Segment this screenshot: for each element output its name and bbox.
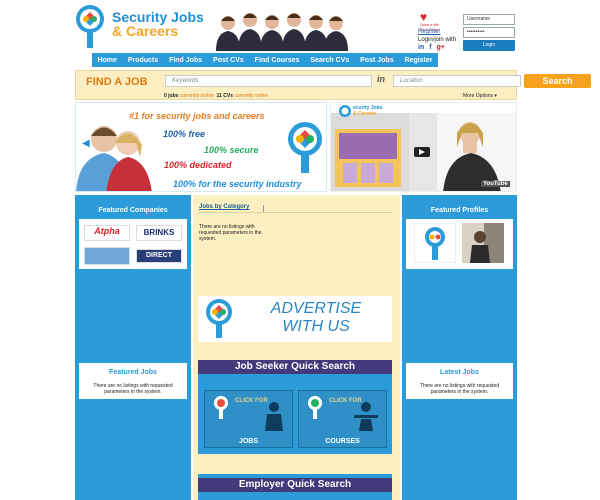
banner-prev-icon[interactable]: ◀ xyxy=(82,138,90,149)
location-input[interactable]: Location xyxy=(393,75,521,87)
keywords-input[interactable]: Keywords xyxy=(165,75,372,87)
courses-quick-link[interactable]: CLICK FOR COURSES xyxy=(298,390,387,448)
banner-free: 100% free xyxy=(163,129,206,139)
advert-logo-pin-icon xyxy=(206,299,232,338)
tab-separator xyxy=(263,205,264,212)
featured-profiles-title: Featured Profiles xyxy=(430,207,489,214)
profile-1-avatar[interactable] xyxy=(414,223,456,263)
linkedin-icon[interactable]: in xyxy=(418,44,424,51)
advertise-banner[interactable]: ADVERTISE WITH US xyxy=(198,296,392,342)
tab-jobs-by-category[interactable]: Jobs by Category xyxy=(199,204,249,210)
cvs-online-text: currently online xyxy=(234,93,269,99)
nav-post-jobs[interactable]: Post Jobs xyxy=(360,57,393,64)
job-seeker-title: Job Seeker Quick Search xyxy=(198,360,392,374)
latest-jobs-title: Latest Jobs xyxy=(440,369,479,376)
profile-2-avatar[interactable] xyxy=(462,223,504,263)
featured-jobs-empty: There are no listings with requested par… xyxy=(93,383,173,395)
featured-jobs-content: There are no listings with requested par… xyxy=(79,383,187,399)
nav-register[interactable]: Register xyxy=(405,57,433,64)
username-field[interactable]: Username xyxy=(463,14,515,25)
find-job-title: FIND A JOB xyxy=(86,76,148,88)
courses-label: COURSES xyxy=(325,438,360,445)
logo-pin-icon xyxy=(76,5,104,48)
company-logo-3[interactable] xyxy=(84,247,130,265)
latest-jobs-box: Latest Jobs xyxy=(406,363,513,385)
banner-industry: 100% for the security industry xyxy=(173,179,302,189)
employer-title: Employer Quick Search xyxy=(198,478,392,492)
login-links: Register Login/join with xyxy=(418,28,456,44)
cvs-count: 11 CVs xyxy=(216,93,233,99)
featured-profiles-box xyxy=(406,219,513,269)
search-button[interactable]: Search xyxy=(524,74,591,88)
right-column: Featured Profiles Latest Jobs There are … xyxy=(402,195,517,500)
latest-jobs-content: There are no listings with requested par… xyxy=(406,383,513,399)
video-logo-line-2: & Careers xyxy=(353,111,377,117)
courses-pin-icon xyxy=(308,396,322,419)
featured-jobs-title: Featured Jobs xyxy=(109,369,157,376)
login-join-text: Login/join with xyxy=(418,37,457,43)
banner-secure: 100% secure xyxy=(204,145,259,155)
jobs-label: JOBS xyxy=(238,438,259,445)
more-options-link[interactable]: More Options ▾ xyxy=(463,93,497,99)
worker-icon xyxy=(265,402,283,431)
online-stats: 0 jobs currently online 11 CVs currently… xyxy=(164,93,268,99)
logo-line-2: & Careers xyxy=(112,23,179,39)
nav-home[interactable]: Home xyxy=(97,57,116,64)
student-icon xyxy=(354,402,378,431)
nav-post-cvs[interactable]: Post CVs xyxy=(213,57,244,64)
jobs-quick-link[interactable]: CLICK FOR JOBS xyxy=(204,390,293,448)
youtube-logo[interactable]: YouTube xyxy=(481,181,510,187)
register-link[interactable]: Register xyxy=(418,28,456,36)
in-label: in xyxy=(377,74,385,84)
heart-icon: ♥ xyxy=(420,10,428,24)
header-people-image xyxy=(216,13,348,51)
employer-quick-search: Employer Quick Search xyxy=(198,474,392,500)
featured-jobs-box: Featured Jobs xyxy=(79,363,187,385)
logo-line-1: Security Jobs xyxy=(112,9,204,25)
jobs-pin-icon xyxy=(214,396,228,419)
password-field[interactable]: •••••••••• xyxy=(463,27,515,38)
promo-banner[interactable]: ◀ ▶ #1 for security jobs and careers 100… xyxy=(75,102,327,192)
login-button[interactable]: Login xyxy=(463,40,515,51)
latest-jobs-empty: There are no listings with requested par… xyxy=(419,383,500,395)
main-nav: Home Products Find Jobs Post CVs Find Co… xyxy=(92,53,438,67)
left-column: Featured Companies Atpha BRINKS DIRECT F… xyxy=(75,195,191,500)
google-plus-icon[interactable]: g+ xyxy=(436,44,444,51)
find-job-bar: FIND A JOB Keywords in Location Search 0… xyxy=(75,70,591,100)
job-seeker-quick-search: Job Seeker Quick Search CLICK FOR JOBS C… xyxy=(198,360,392,454)
nav-find-courses[interactable]: Find Courses xyxy=(255,57,300,64)
company-atpha[interactable]: Atpha xyxy=(84,225,130,241)
banner-logo-pin-icon xyxy=(288,122,322,173)
banner-dedicated: 100% dedicated xyxy=(164,160,232,170)
featured-companies-box: Atpha BRINKS DIRECT xyxy=(79,219,187,269)
video-logo-text: ecurity Jobs & Careers xyxy=(353,105,382,117)
category-empty-message: There are no listings with requested par… xyxy=(199,224,262,242)
featured-companies-title: Featured Companies xyxy=(98,207,168,214)
site-logo[interactable]: Security Jobs & Careers xyxy=(72,4,212,50)
company-direct[interactable]: DIRECT xyxy=(136,249,182,263)
company-brinks[interactable]: BRINKS xyxy=(136,225,182,241)
nav-products[interactable]: Products xyxy=(128,57,158,64)
tab-underline xyxy=(199,212,393,213)
nav-search-cvs[interactable]: Search CVs xyxy=(310,57,349,64)
nav-find-jobs[interactable]: Find Jobs xyxy=(169,57,202,64)
facebook-icon[interactable]: f xyxy=(429,44,431,51)
promo-video[interactable]: ecurity Jobs & Careers YouTube xyxy=(330,102,517,192)
social-login: in f g+ xyxy=(418,44,448,51)
banner-tagline: #1 for security jobs and careers xyxy=(129,111,265,121)
advertise-text: ADVERTISE WITH US xyxy=(270,300,362,335)
page: Security Jobs & Careers ♥ Save a life Gi… xyxy=(0,0,600,500)
jobs-count: 0 jobs xyxy=(164,93,179,99)
jobs-online-text: currently online xyxy=(179,93,214,99)
logo-text: Security Jobs & Careers xyxy=(112,10,204,38)
